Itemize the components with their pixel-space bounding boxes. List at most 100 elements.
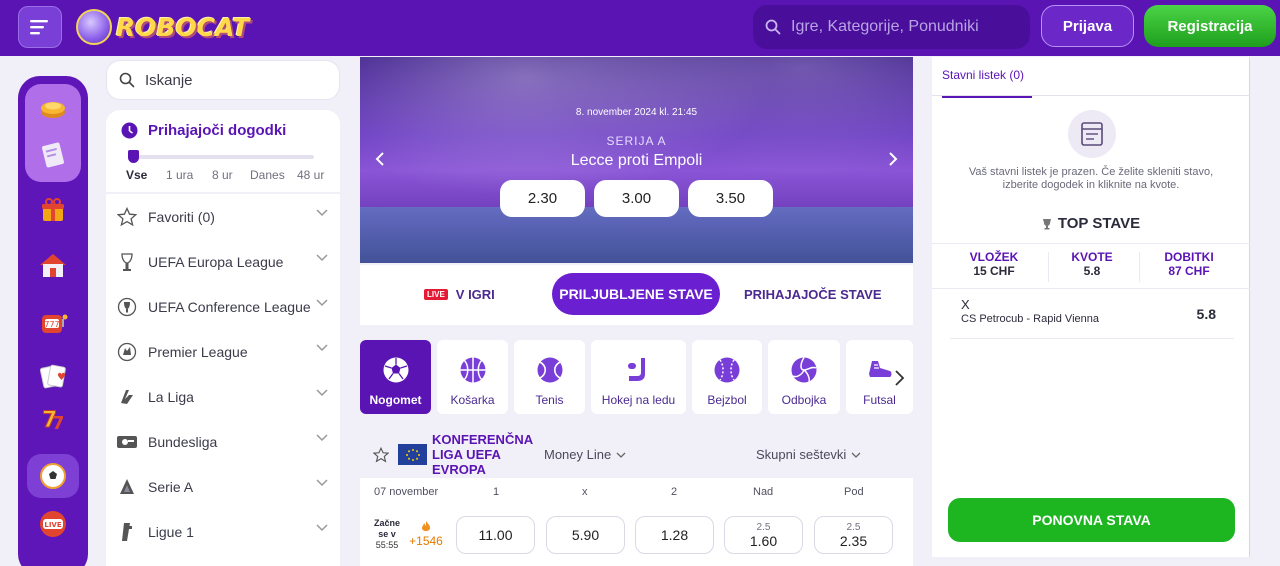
menu-button[interactable] — [18, 6, 62, 48]
league-item-conference-league[interactable]: UEFA Conference League — [106, 284, 340, 329]
column-under: Pod — [844, 486, 864, 498]
featured-odd-home[interactable]: 2.30 — [500, 180, 585, 217]
sport-tab-volleyball[interactable]: Odbojka — [768, 340, 840, 414]
chevron-down-icon — [851, 452, 861, 458]
selection-event: CS Petrocub - Rapid Vienna — [961, 313, 1099, 325]
time-slider-track[interactable] — [132, 155, 314, 159]
league-name: Serie A — [148, 478, 194, 495]
sport-label: Nogomet — [369, 393, 422, 407]
sidebar-search[interactable] — [106, 60, 340, 100]
stake-label: VLOŽEK — [969, 250, 1019, 264]
odd-button-home[interactable]: 11.00 — [456, 516, 535, 554]
odd-button-draw[interactable]: 5.90 — [546, 516, 625, 554]
league-item-premier-league[interactable]: Premier League — [106, 329, 340, 374]
odd-button-over[interactable]: 2.5 1.60 — [724, 516, 803, 554]
tab-upcoming-bets[interactable]: PRIHAJAJOČE STAVE — [744, 287, 882, 302]
league-list: Favoriti (0) UEFA Europa League UEFA Con… — [106, 194, 340, 566]
tennis-ball-icon — [535, 355, 565, 385]
league-item-favorites[interactable]: Favoriti (0) — [106, 194, 340, 239]
featured-odd-draw[interactable]: 3.00 — [594, 180, 679, 217]
europa-league-icon — [116, 251, 138, 273]
more-markets-count: +1546 — [409, 534, 443, 548]
sport-tab-ice-hockey[interactable]: Hokej na ledu — [591, 340, 686, 414]
league-name: UEFA Europa League — [148, 253, 284, 270]
svg-text:LIVE: LIVE — [44, 521, 61, 529]
star-icon[interactable] — [373, 447, 389, 463]
sport-tab-football[interactable]: Nogomet — [360, 340, 431, 414]
featured-match-banner: 8. november 2024 kl. 21:45 SERIJA A Lecc… — [360, 57, 913, 263]
chevron-left-icon — [375, 152, 384, 166]
top-bets-title-text: TOP STAVE — [1057, 215, 1141, 232]
odd-line: 2.5 — [846, 521, 861, 533]
banner-next-button[interactable] — [883, 149, 903, 169]
sport-label: Tenis — [535, 393, 564, 407]
soccer-ball-icon — [381, 355, 411, 385]
star-icon — [116, 206, 138, 228]
more-markets-link[interactable]: +1546 — [408, 520, 444, 548]
competition-header: KONFERENČNA LIGA UEFA EVROPA Money Line … — [360, 430, 913, 478]
column-home: 1 — [493, 486, 500, 498]
receipt-icon — [1068, 110, 1116, 158]
slot-machine-icon[interactable]: 777 — [35, 304, 71, 340]
odd-value: 1.60 — [749, 532, 778, 549]
league-item-la-liga[interactable]: La Liga — [106, 374, 340, 419]
featured-match-teams: Lecce proti Empoli — [570, 152, 703, 169]
chevron-right-icon[interactable] — [893, 368, 907, 388]
featured-odd-away[interactable]: 3.50 — [688, 180, 773, 217]
odds-label: KVOTE — [1071, 250, 1113, 264]
competition-name: KONFERENČNA LIGA UEFA EVROPA — [432, 432, 533, 477]
futsal-shoe-icon — [865, 355, 895, 385]
basketball-icon — [458, 355, 488, 385]
sport-tab-baseball[interactable]: Bejzbol — [692, 340, 762, 414]
odd-button-under[interactable]: 2.5 2.35 — [814, 516, 893, 554]
starts-time: 55:55 — [375, 540, 399, 550]
market-select-label: Money Line — [544, 447, 612, 462]
winnings-value: 87 CHF — [1168, 264, 1210, 278]
totals-select[interactable]: Skupni seštevki — [756, 447, 861, 462]
time-option-48h[interactable]: 48 ur — [297, 168, 324, 182]
ticket-icon[interactable] — [35, 136, 71, 172]
gift-icon[interactable] — [35, 192, 71, 228]
casino-house-icon[interactable] — [35, 248, 71, 284]
coin-stack-icon[interactable] — [35, 90, 71, 126]
time-option-1h[interactable]: 1 ura — [166, 168, 193, 182]
conference-league-icon — [116, 296, 138, 318]
time-option-today[interactable]: Danes — [250, 168, 285, 182]
time-option-all[interactable]: Vse — [126, 168, 147, 182]
playing-cards-icon[interactable]: ♥ — [35, 358, 71, 394]
soccer-ball-icon[interactable] — [35, 458, 71, 494]
volleyball-icon — [789, 355, 819, 385]
market-select[interactable]: Money Line — [544, 447, 626, 462]
sport-tab-basketball[interactable]: Košarka — [437, 340, 508, 414]
header-search[interactable] — [753, 5, 1030, 49]
tab-live-label: V IGRI — [455, 287, 495, 302]
sidebar-search-input[interactable] — [145, 71, 325, 89]
lucky-seven-icon[interactable]: 77 — [35, 400, 71, 436]
league-item-europa-league[interactable]: UEFA Europa League — [106, 239, 340, 284]
stake-column: VLOŽEK 15 CHF — [941, 250, 1047, 278]
tab-favorite-bets[interactable]: PRILJUBLJENE STAVE — [552, 273, 720, 315]
time-option-8h[interactable]: 8 ur — [212, 168, 233, 182]
clock-icon — [121, 122, 138, 139]
sport-label: Odbojka — [781, 393, 827, 407]
register-button[interactable]: Registracija — [1144, 5, 1276, 47]
league-item-serie-a[interactable]: Serie A — [106, 464, 340, 509]
time-slider-handle[interactable] — [128, 150, 139, 163]
login-button[interactable]: Prijava — [1041, 5, 1134, 47]
league-item-ligue-1[interactable]: Ligue 1 — [106, 509, 340, 554]
odd-button-away[interactable]: 1.28 — [635, 516, 714, 554]
divider — [932, 95, 1250, 96]
replay-bet-button[interactable]: PONOVNA STAVA — [948, 498, 1235, 542]
banner-prev-button[interactable] — [370, 149, 390, 169]
tab-bet-slip[interactable]: Stavni listek (0) — [942, 68, 1032, 98]
live-casino-icon[interactable]: LIVE — [35, 506, 71, 542]
header-search-input[interactable] — [791, 18, 1011, 36]
odd-value: 1.28 — [660, 527, 689, 543]
tab-live[interactable]: LIVE V IGRI — [424, 287, 495, 302]
logo-text: ROBOCAT — [116, 12, 250, 42]
featured-match-date: 8. november 2024 kl. 21:45 — [575, 107, 698, 118]
league-item-bundesliga[interactable]: Bundesliga — [106, 419, 340, 464]
logo[interactable]: ROBOCAT — [76, 6, 249, 48]
top-bar: ROBOCAT Prijava Registracija — [0, 0, 1280, 56]
sport-tab-tennis[interactable]: Tenis — [514, 340, 585, 414]
